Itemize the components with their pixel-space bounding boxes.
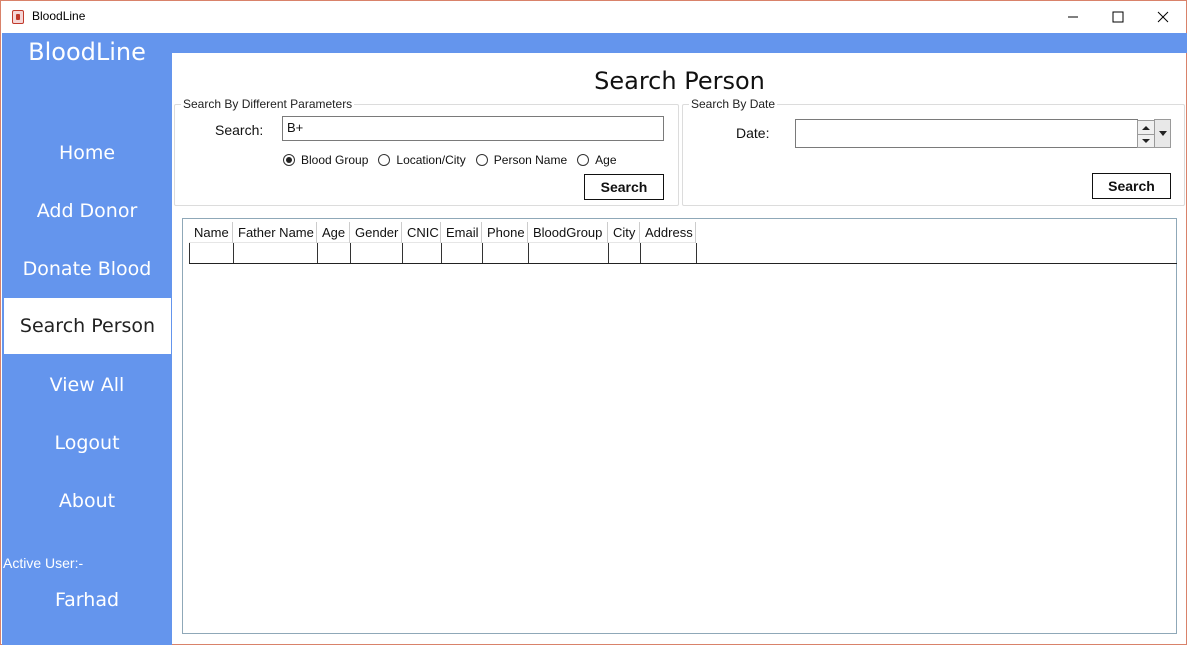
search-date-button[interactable]: Search: [1092, 173, 1171, 199]
table-cell[interactable]: [189, 243, 234, 263]
arrow-down-icon: [1142, 139, 1150, 143]
window-title: BloodLine: [32, 9, 86, 23]
arrow-up-icon: [1142, 125, 1150, 130]
spin-up-button[interactable]: [1138, 121, 1154, 134]
search-type-radios: Blood Group Location/City Person Name Ag…: [283, 153, 627, 167]
column-header-phone[interactable]: Phone: [482, 222, 528, 243]
sidebar-item-home[interactable]: Home: [2, 125, 172, 181]
page-title: Search Person: [594, 67, 765, 95]
radio-checked-icon: [283, 154, 295, 166]
table-cell[interactable]: [318, 243, 351, 263]
radio-location-city[interactable]: Location/City: [378, 153, 466, 167]
date-label: Date:: [736, 125, 770, 141]
minimize-icon: [1068, 16, 1078, 18]
sidebar-item-add-donor[interactable]: Add Donor: [2, 183, 172, 239]
search-params-button[interactable]: Search: [584, 174, 664, 200]
column-header-city[interactable]: City: [608, 222, 640, 243]
spin-down-button[interactable]: [1138, 134, 1154, 147]
column-header-gender[interactable]: Gender: [350, 222, 402, 243]
table-row[interactable]: [189, 243, 1177, 264]
column-header-name[interactable]: Name: [189, 222, 233, 243]
app-window: BloodLine BloodLine Home Add Donor Donat…: [0, 0, 1187, 645]
sidebar-item-search-person[interactable]: Search Person: [4, 298, 171, 354]
maximize-button[interactable]: [1095, 1, 1141, 33]
results-table[interactable]: Name Father Name Age Gender CNIC Email P…: [182, 218, 1177, 634]
table-cell[interactable]: [234, 243, 318, 263]
date-dropdown-button[interactable]: [1154, 119, 1171, 148]
date-spinner[interactable]: [1137, 120, 1155, 148]
search-input[interactable]: B+: [282, 116, 664, 141]
radio-unchecked-icon: [378, 154, 391, 166]
table-cell[interactable]: [351, 243, 403, 263]
radio-person-name[interactable]: Person Name: [475, 153, 568, 167]
sidebar-item-donate-blood[interactable]: Donate Blood: [2, 241, 172, 297]
search-label: Search:: [215, 122, 264, 138]
radio-age-label: Age: [595, 153, 617, 167]
sidebar-item-view-all[interactable]: View All: [2, 357, 172, 413]
table-header: Name Father Name Age Gender CNIC Email P…: [189, 222, 696, 243]
header-strip: [172, 33, 1187, 53]
params-group-legend: Search By Different Parameters: [181, 97, 355, 111]
chevron-down-icon: [1158, 131, 1167, 136]
table-cell[interactable]: [609, 243, 641, 263]
radio-blood-group-label: Blood Group: [301, 153, 369, 167]
radio-unchecked-icon: [577, 154, 590, 166]
column-header-father-name[interactable]: Father Name: [233, 222, 317, 243]
sidebar-item-logout[interactable]: Logout: [2, 415, 172, 471]
date-group-legend: Search By Date: [689, 97, 778, 111]
date-input[interactable]: [795, 119, 1138, 148]
table-cell[interactable]: [483, 243, 529, 263]
column-header-age[interactable]: Age: [317, 222, 350, 243]
radio-person-name-label: Person Name: [493, 153, 568, 167]
maximize-icon: [1112, 11, 1124, 23]
column-header-email[interactable]: Email: [441, 222, 482, 243]
sidebar-item-about[interactable]: About: [2, 473, 172, 529]
radio-age[interactable]: Age: [577, 153, 617, 167]
table-cell[interactable]: [529, 243, 609, 263]
active-user-name: Farhad: [54, 589, 120, 611]
column-header-address[interactable]: Address: [640, 222, 696, 243]
table-cell[interactable]: [403, 243, 442, 263]
radio-unchecked-icon: [475, 154, 488, 166]
brand-title: BloodLine: [28, 38, 146, 66]
column-header-cnic[interactable]: CNIC: [402, 222, 441, 243]
title-bar: BloodLine: [1, 1, 1186, 33]
close-button[interactable]: [1140, 1, 1186, 33]
radio-blood-group[interactable]: Blood Group: [283, 153, 368, 167]
table-cell[interactable]: [442, 243, 483, 263]
column-header-bloodgroup[interactable]: BloodGroup: [528, 222, 608, 243]
app-icon: [12, 10, 24, 24]
table-cell[interactable]: [641, 243, 697, 263]
minimize-button[interactable]: [1050, 1, 1096, 33]
close-icon: [1157, 11, 1169, 23]
radio-location-city-label: Location/City: [396, 153, 466, 167]
sidebar: BloodLine Home Add Donor Donate Blood Se…: [2, 33, 172, 645]
active-user-label: Active User:-: [3, 555, 84, 571]
